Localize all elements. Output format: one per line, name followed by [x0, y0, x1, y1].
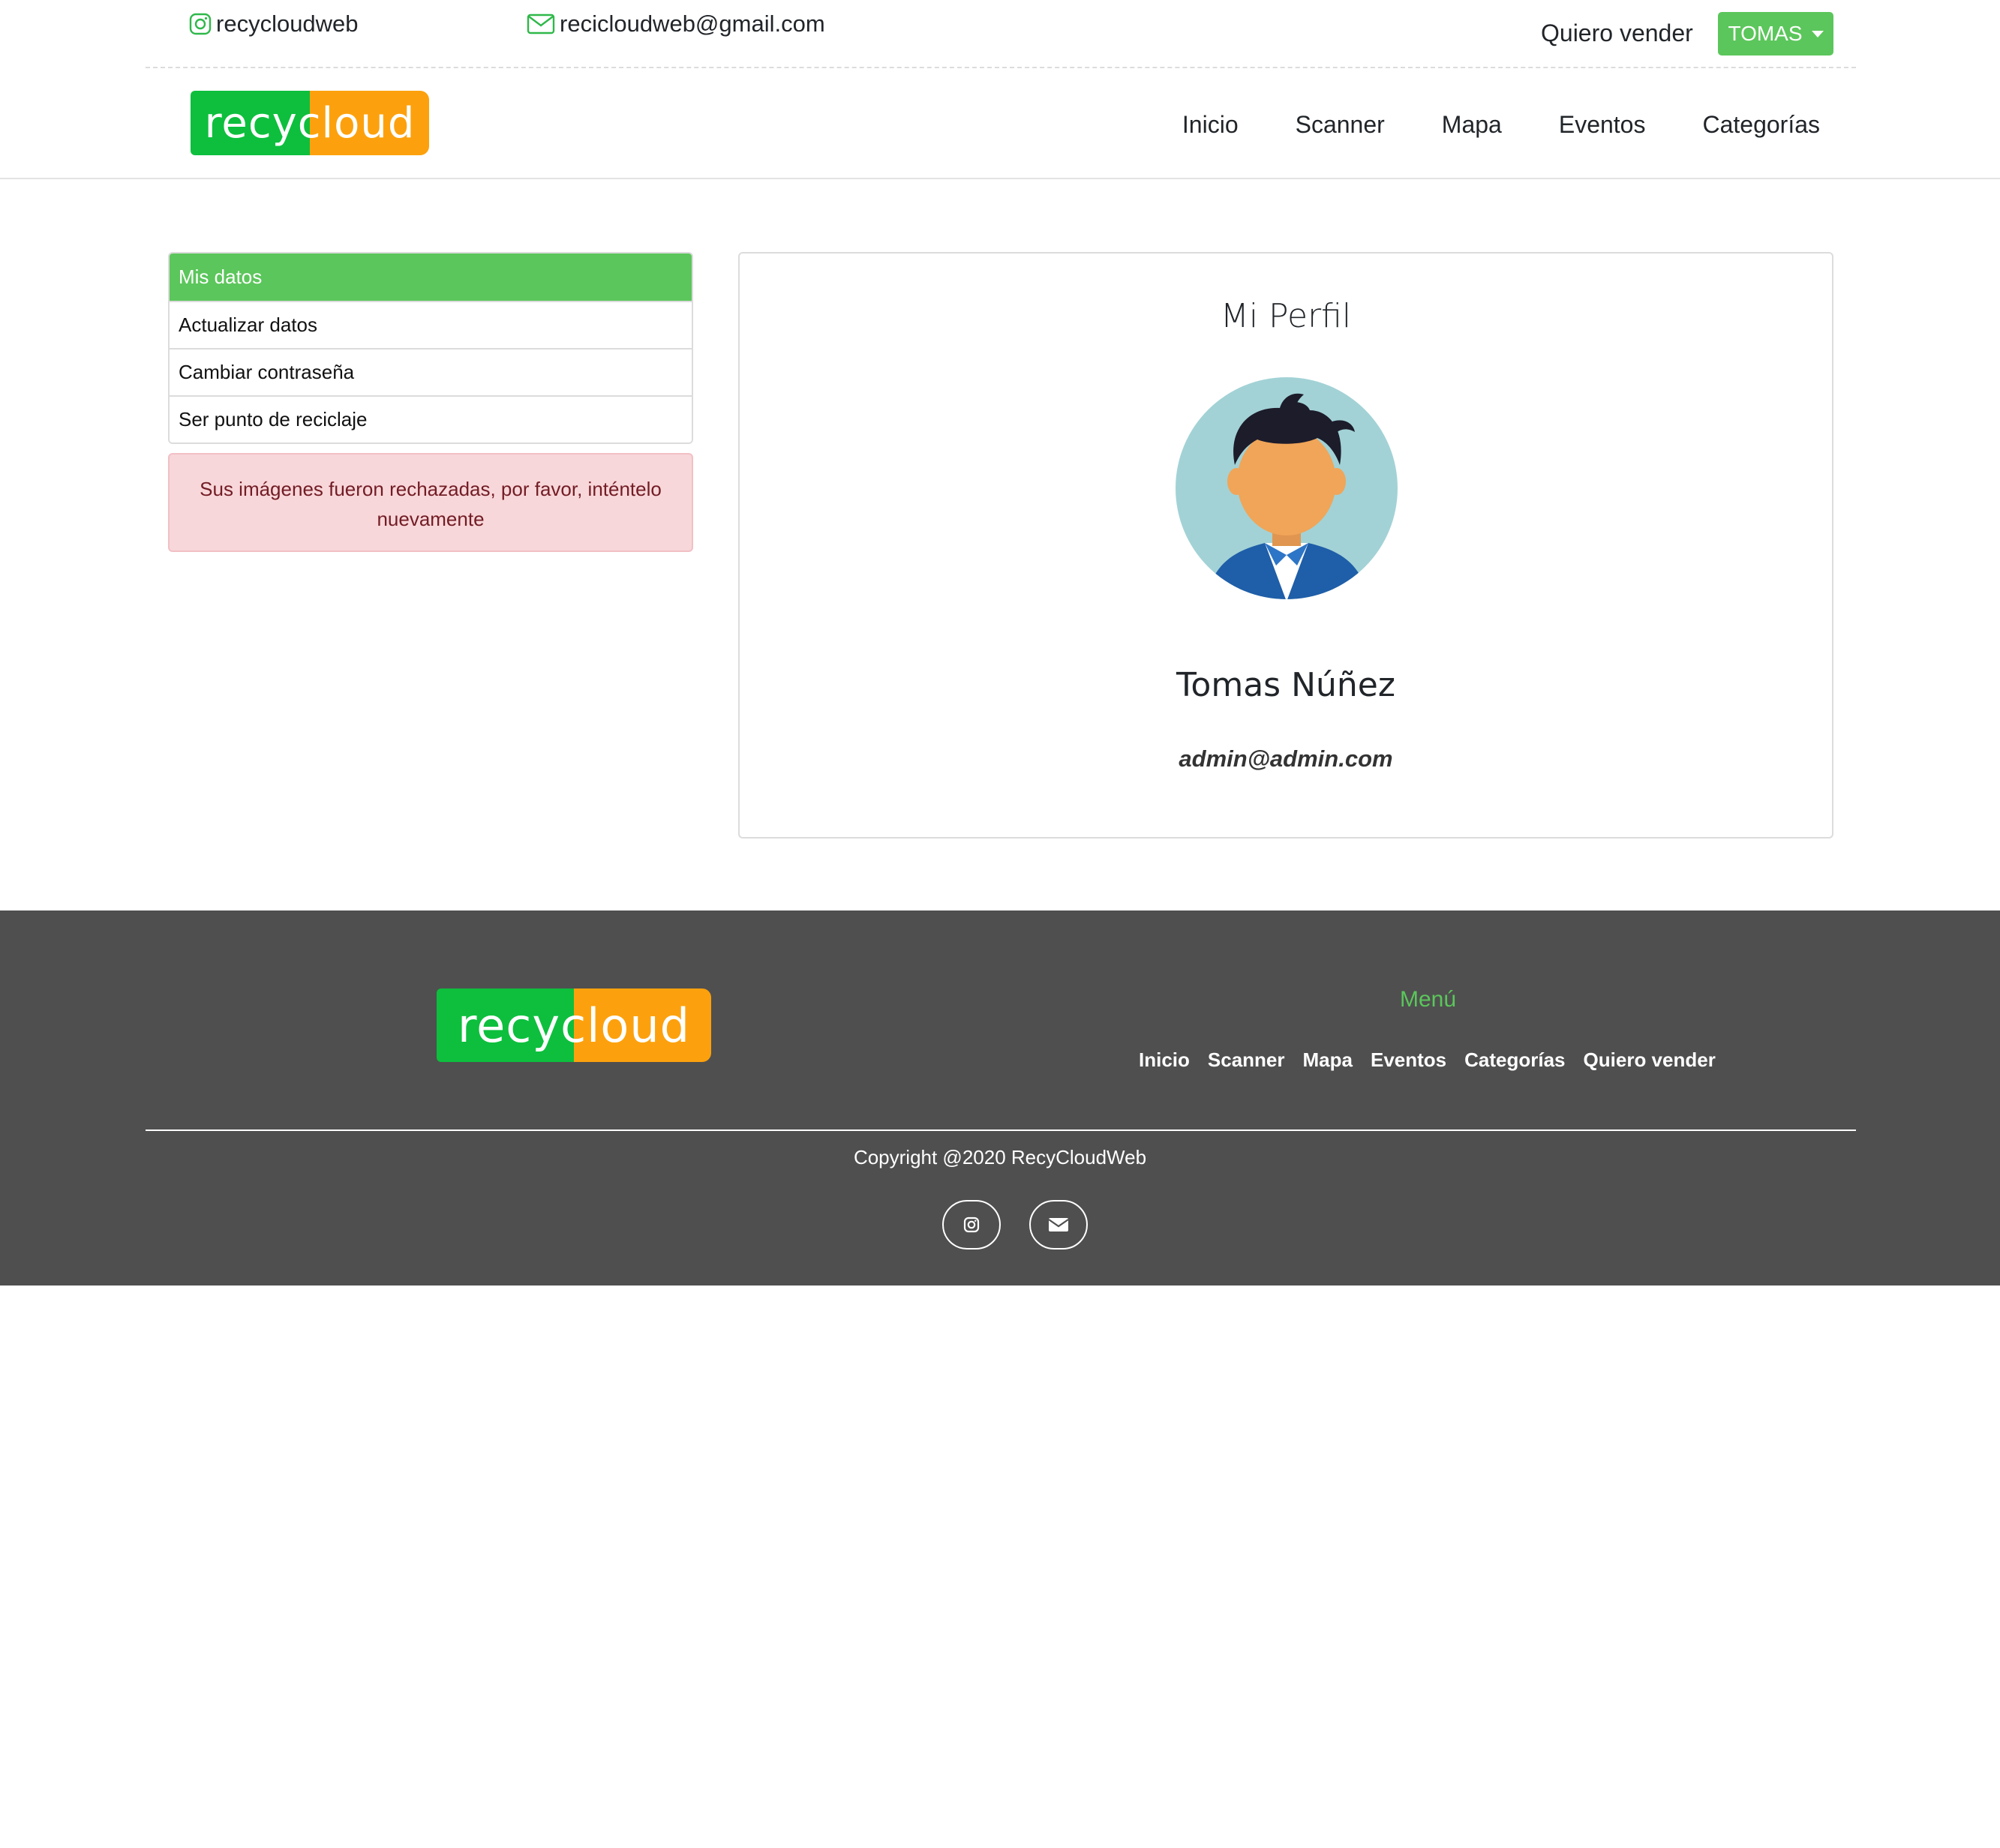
user-dropdown-label: TOMAS	[1728, 22, 1803, 45]
footer-link-scanner[interactable]: Scanner	[1208, 1048, 1285, 1072]
envelope-icon	[527, 14, 555, 34]
profile-card: Mi Perfil Tomas Núñez admin@admin.com	[738, 252, 1833, 838]
sidebar-item-mis-datos[interactable]: Mis datos	[170, 254, 692, 301]
footer-link-quiero-vender[interactable]: Quiero vender	[1584, 1048, 1716, 1072]
nav-link-inicio[interactable]: Inicio	[1182, 111, 1239, 139]
caret-down-icon	[1811, 30, 1824, 38]
instagram-social-button[interactable]	[942, 1200, 1001, 1250]
sidebar-item-punto-reciclaje[interactable]: Ser punto de reciclaje	[170, 395, 692, 442]
user-dropdown-button[interactable]: TOMAS	[1718, 12, 1833, 56]
footer-link-categorias[interactable]: Categorías	[1464, 1048, 1565, 1072]
nav-link-eventos[interactable]: Eventos	[1559, 111, 1646, 139]
instagram-contact[interactable]: recycloudweb	[189, 10, 359, 38]
email-social-button[interactable]	[1029, 1200, 1088, 1250]
nav-link-mapa[interactable]: Mapa	[1442, 111, 1502, 139]
nav-link-scanner[interactable]: Scanner	[1296, 111, 1385, 139]
main-navbar: recycloud Inicio Scanner Mapa Eventos Ca…	[0, 70, 2000, 179]
rejection-alert: Sus imágenes fueron rechazadas, por favo…	[168, 453, 693, 552]
logo-text: recycloud	[204, 98, 416, 148]
sidebar-item-actualizar-datos[interactable]: Actualizar datos	[170, 301, 692, 348]
footer-link-eventos[interactable]: Eventos	[1371, 1048, 1446, 1072]
site-footer: recycloud Menú Inicio Scanner Mapa Event…	[0, 910, 2000, 1286]
envelope-icon	[1048, 1218, 1069, 1232]
footer-logo[interactable]: recycloud	[437, 988, 711, 1062]
quiero-vender-link[interactable]: Quiero vender	[1541, 20, 1693, 47]
profile-sidebar: Mis datos Actualizar datos Cambiar contr…	[168, 252, 693, 444]
instagram-icon	[963, 1216, 980, 1233]
footer-menu-title: Menú	[1400, 987, 1457, 1012]
recycloud-logo[interactable]: recycloud	[191, 91, 429, 155]
contact-email: recicloudweb@gmail.com	[560, 10, 825, 37]
instagram-icon	[189, 13, 212, 35]
avatar	[1176, 377, 1398, 599]
footer-logo-text: recycloud	[458, 998, 690, 1053]
nav-link-categorias[interactable]: Categorías	[1702, 111, 1820, 139]
footer-menu-links: Inicio Scanner Mapa Eventos Categorías Q…	[1139, 1048, 1716, 1072]
top-bar: recycloudweb recicloudweb@gmail.com Quie…	[146, 0, 1856, 68]
email-contact[interactable]: recicloudweb@gmail.com	[527, 10, 825, 38]
footer-divider	[146, 1130, 1856, 1131]
profile-title: Mi Perfil	[1220, 297, 1352, 335]
sidebar-item-cambiar-contrasena[interactable]: Cambiar contraseña	[170, 348, 692, 395]
footer-link-inicio[interactable]: Inicio	[1139, 1048, 1190, 1072]
instagram-handle: recycloudweb	[216, 10, 359, 37]
copyright-text: Copyright @2020 RecyCloudWeb	[853, 1146, 1147, 1168]
profile-email: admin@admin.com	[1179, 746, 1393, 772]
profile-name: Tomas Núñez	[1176, 666, 1395, 704]
footer-link-mapa[interactable]: Mapa	[1303, 1048, 1353, 1072]
nav-links: Inicio Scanner Mapa Eventos Categorías	[1182, 70, 1820, 179]
